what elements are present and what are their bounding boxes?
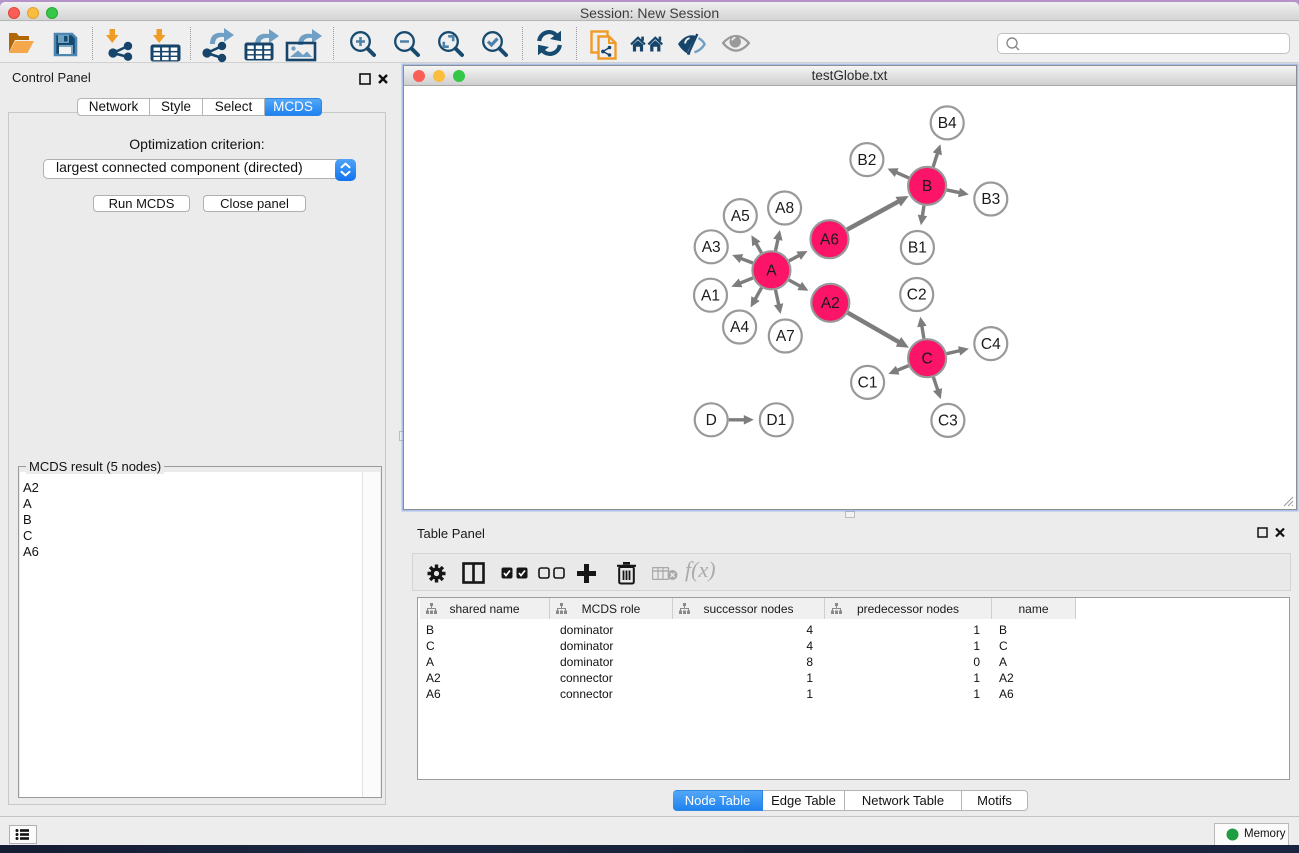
svg-text:A4: A4 [730, 319, 749, 336]
svg-text:B1: B1 [907, 240, 926, 257]
svg-text:D1: D1 [766, 412, 786, 429]
svg-text:B2: B2 [857, 152, 876, 169]
svg-text:B4: B4 [937, 115, 956, 132]
svg-text:C: C [921, 350, 932, 367]
svg-text:A2: A2 [820, 295, 839, 312]
svg-text:A5: A5 [730, 208, 749, 225]
svg-text:A3: A3 [701, 239, 720, 256]
svg-text:A8: A8 [775, 200, 794, 217]
svg-text:C4: C4 [980, 336, 1000, 353]
svg-text:C3: C3 [937, 413, 957, 430]
svg-text:A: A [766, 263, 777, 280]
svg-text:C2: C2 [906, 287, 926, 304]
svg-text:A7: A7 [775, 328, 794, 345]
svg-text:C1: C1 [857, 375, 877, 392]
svg-text:B: B [921, 178, 931, 195]
svg-text:A1: A1 [701, 287, 720, 304]
svg-text:A6: A6 [820, 231, 839, 248]
svg-text:B3: B3 [981, 191, 1000, 208]
svg-text:D: D [705, 412, 716, 429]
